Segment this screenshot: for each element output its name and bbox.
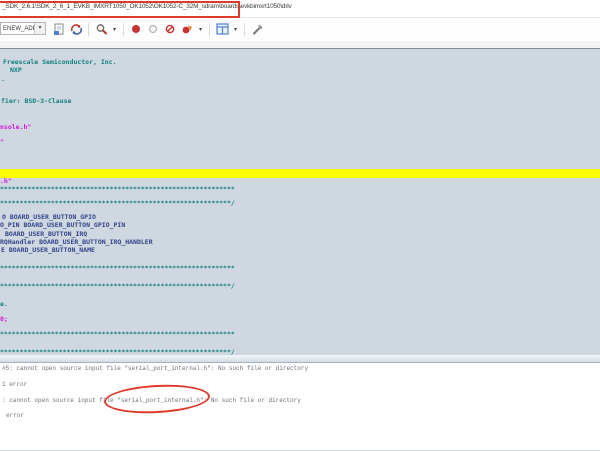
- code-line: E BOARD_USER_BUTTON_NAME: [1, 246, 95, 254]
- code-line: ****************************************…: [0, 330, 235, 338]
- toolbar-gap-band: [0, 41, 600, 48]
- new-document-icon[interactable]: [52, 22, 66, 36]
- code-line: ****************************************…: [0, 185, 235, 193]
- ide-window: _SDK_2.6.1\SDK_2_6_1_EVKB_IMXRT1050_OK10…: [0, 0, 600, 450]
- out-line: : cannot open source input file "serial_…: [2, 397, 301, 404]
- code-line: Freescale Semiconductor, Inc.: [3, 58, 117, 66]
- toolbar-separator: [209, 23, 210, 36]
- breakpoint-icon[interactable]: [129, 22, 143, 36]
- toolbar-buttons: ▾: [52, 22, 264, 36]
- breakpoint-empty-icon[interactable]: [146, 22, 160, 36]
- toolbar: ENEW_ADD ▾: [0, 18, 600, 42]
- configuration-combobox-value: ENEW_ADD: [3, 26, 37, 32]
- code-line: RQHandler BOARD_USER_BUTTON_IRQ_HANDLER: [0, 238, 153, 246]
- search-icon[interactable]: [94, 22, 108, 36]
- code-line: ****************************************…: [0, 282, 235, 290]
- highlighted-line: [0, 169, 600, 178]
- code-line: .: [1, 75, 5, 83]
- code-line: ****************************************…: [0, 264, 235, 272]
- configuration-combobox[interactable]: ENEW_ADD ▾: [0, 22, 46, 35]
- code-line: NXP: [10, 66, 22, 74]
- code-line: ****************************************…: [0, 199, 235, 207]
- chevron-down-icon[interactable]: ▾: [197, 26, 204, 33]
- file-path-text: _SDK_2.6.1\SDK_2_6_1_EVKB_IMXRT1050_OK10…: [2, 3, 292, 10]
- code-line: nsole.h": [0, 123, 31, 131]
- chevron-down-icon[interactable]: ▾: [34, 23, 45, 34]
- toolbar-separator: [123, 23, 124, 36]
- breakpoint-clear-all-icon[interactable]: [180, 22, 194, 36]
- code-line: O BOARD_USER_BUTTON_GPIO: [2, 213, 96, 221]
- code-line: ": [0, 138, 4, 146]
- toolbar-separator: [244, 23, 245, 36]
- sync-arrows-icon[interactable]: [69, 22, 83, 36]
- wrench-icon[interactable]: [250, 22, 264, 36]
- code-line: e.: [0, 300, 8, 308]
- code-line: O_PIN BOARD_USER_BUTTON_GPIO_PIN: [0, 221, 125, 229]
- code-line: fier: BSD-3-Clause: [1, 97, 71, 105]
- breakpoint-disable-icon[interactable]: [163, 22, 177, 36]
- toolbar-separator: [88, 23, 89, 36]
- out-line: error: [6, 412, 24, 419]
- build-output-pane[interactable]: #5: cannot open source input file "seria…: [0, 363, 600, 451]
- window-layout-icon[interactable]: [215, 22, 229, 36]
- out-line: #5: cannot open source input file "seria…: [2, 365, 308, 372]
- code-editor[interactable]: Freescale Semiconductor, Inc.NXP. fier: B…: [0, 48, 600, 356]
- out-line: 1 error: [2, 381, 27, 388]
- code-line: BOARD_USER_BUTTON_IRQ: [5, 230, 87, 238]
- pane-splitter[interactable]: [0, 355, 600, 363]
- code-line: 0;: [0, 315, 8, 323]
- chevron-down-icon[interactable]: ▾: [111, 26, 118, 33]
- chevron-down-icon[interactable]: ▾: [232, 26, 239, 33]
- code-line: .h": [0, 177, 12, 185]
- file-path-bar: _SDK_2.6.1\SDK_2_6_1_EVKB_IMXRT1050_OK10…: [0, 0, 600, 18]
